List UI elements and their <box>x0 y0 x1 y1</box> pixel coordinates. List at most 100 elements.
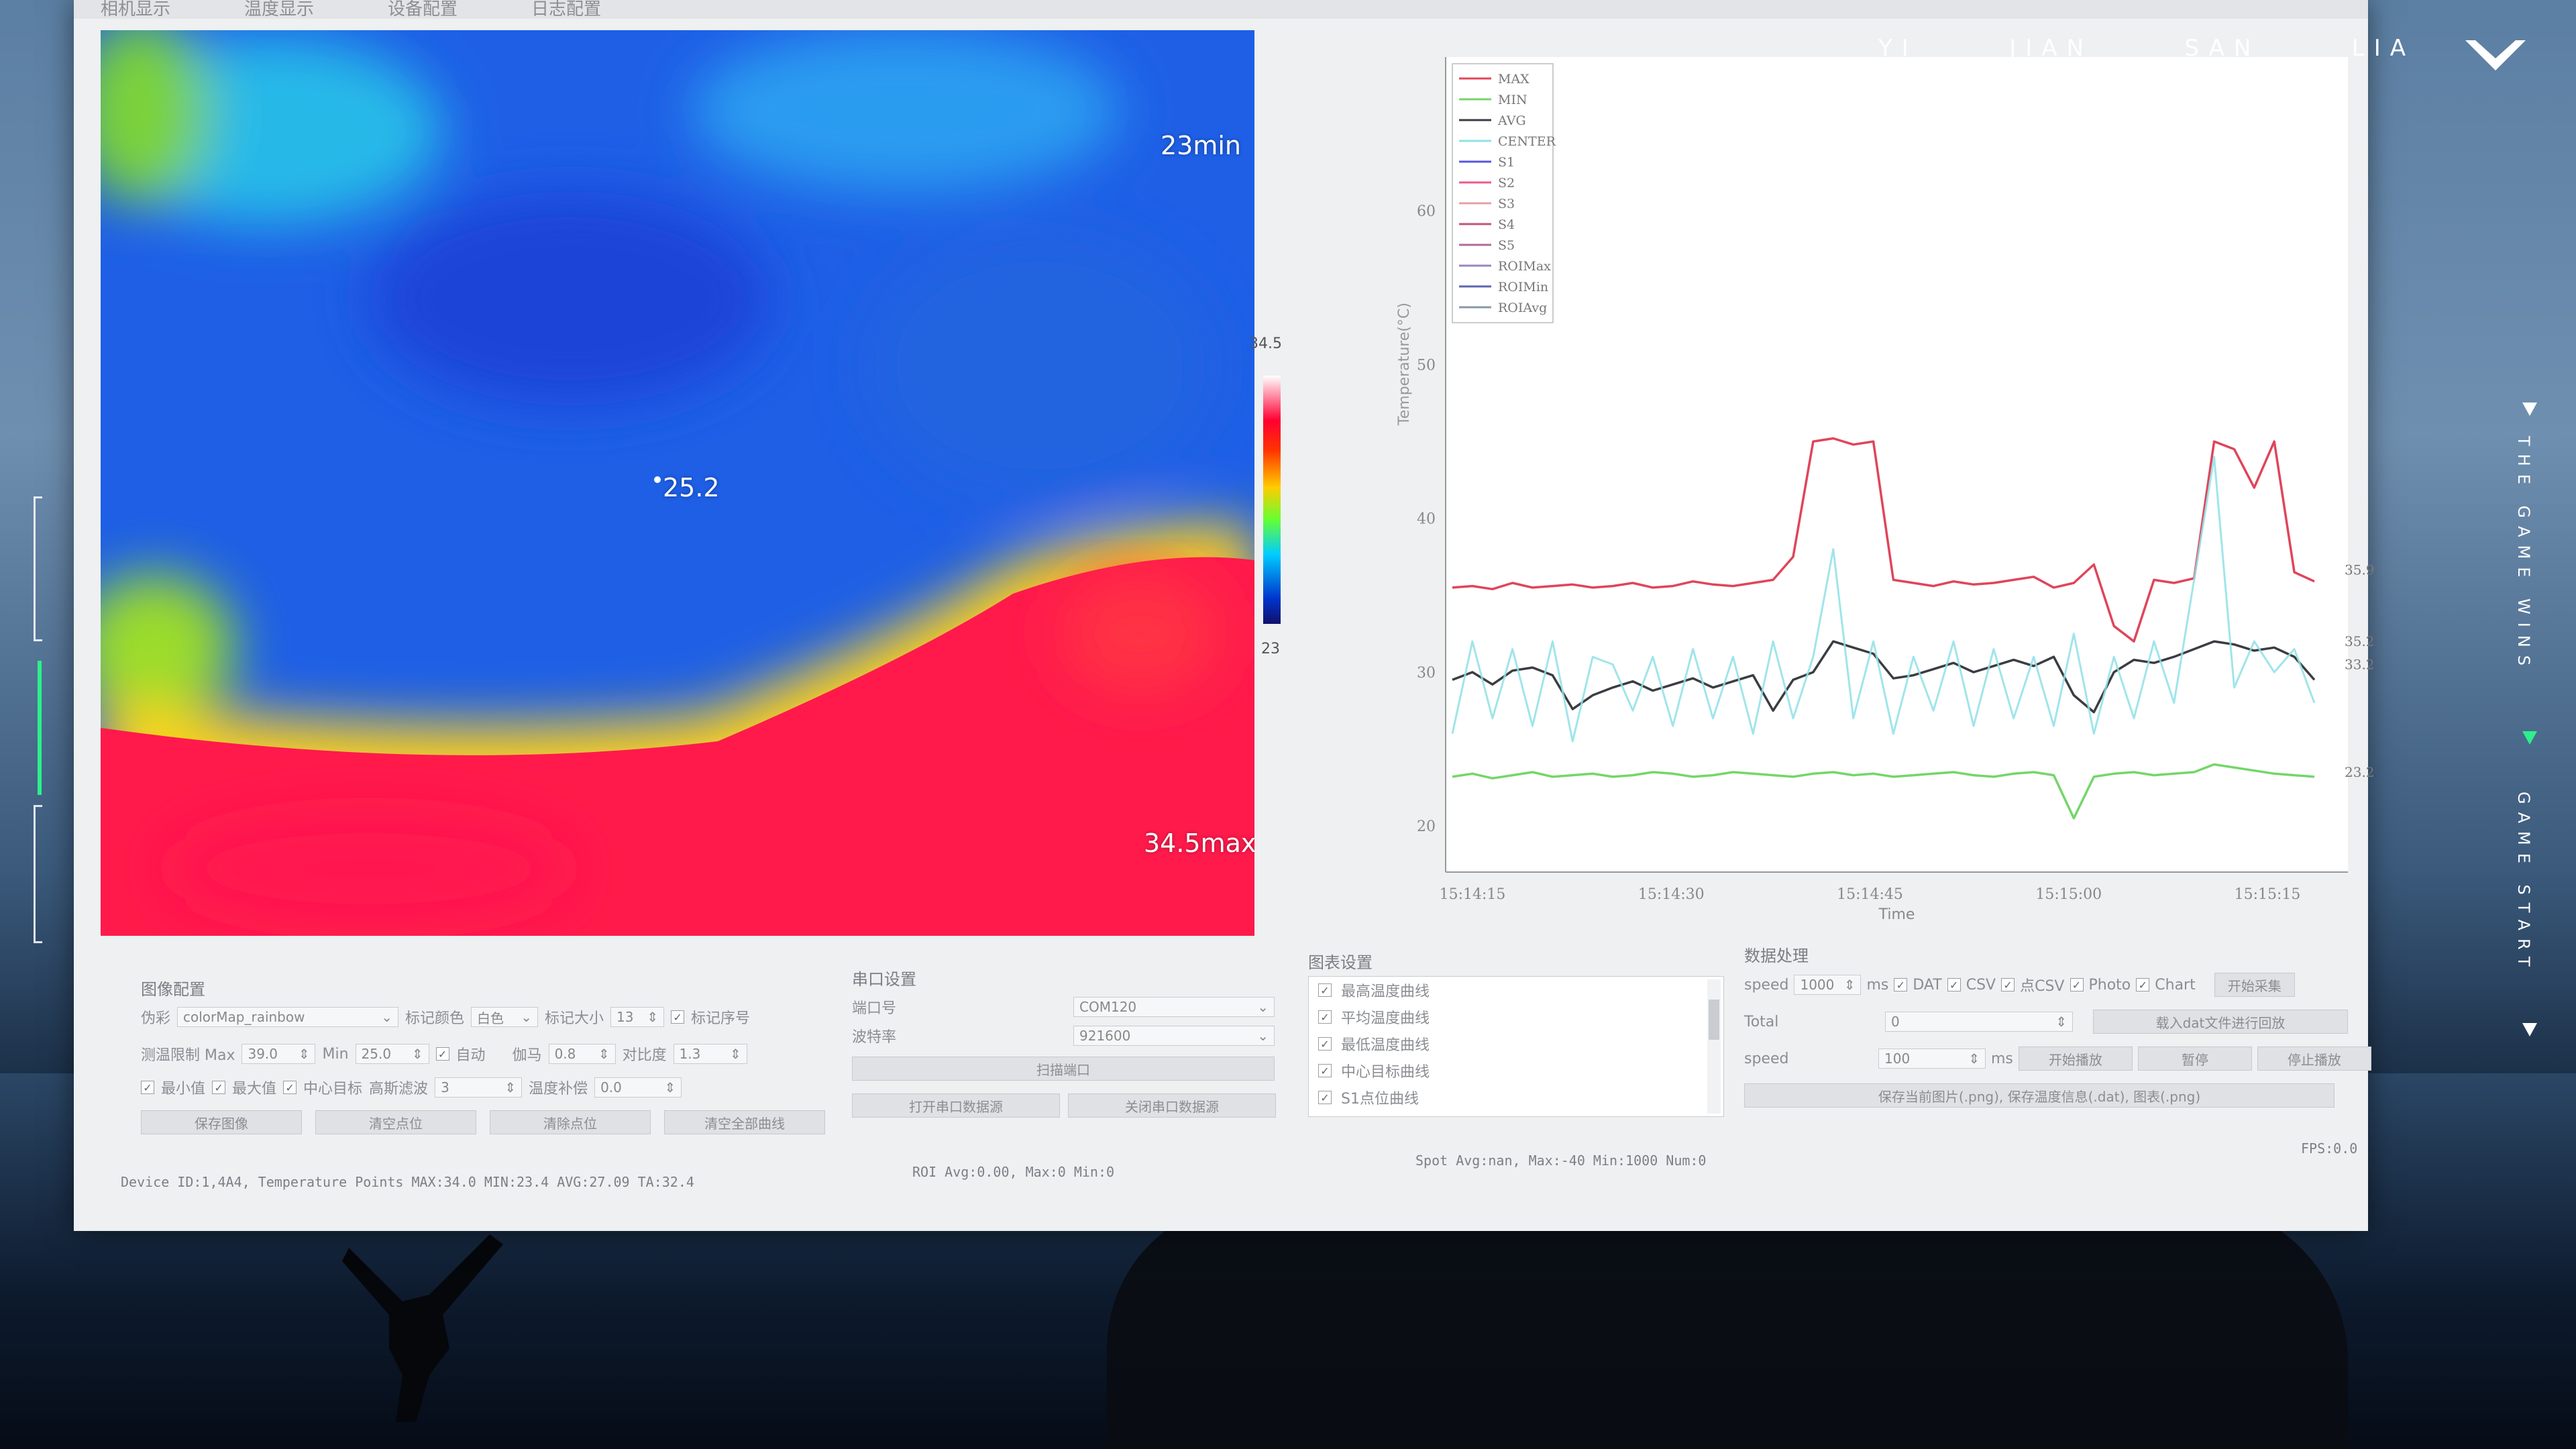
photo-label: Photo <box>2088 976 2131 994</box>
point-csv-checkbox[interactable]: ✓ <box>2001 978 2015 991</box>
curve-label: 中心目标曲线 <box>1341 1064 1430 1081</box>
filter-value: 3 <box>441 1079 449 1095</box>
dat-checkbox[interactable]: ✓ <box>1894 978 1908 991</box>
mark-size-spinner[interactable]: 13 ⇕ <box>610 1007 665 1027</box>
legend-label: AVG <box>1497 113 1526 128</box>
palette-select[interactable]: colorMap_rainbow ⌄ <box>177 1007 399 1027</box>
x-tick-label: 15:15:15 <box>2235 886 2301 903</box>
background-rock <box>1107 1201 2348 1449</box>
app-window: 相机显示 温度显示 设备配置 日志配置 23min 25.2 34.5max 3… <box>74 0 2375 1231</box>
auto-checkbox[interactable]: ✓ <box>435 1047 449 1061</box>
curve-checkbox[interactable]: ✓ <box>1318 1064 1332 1077</box>
pause-button[interactable]: 暂停 <box>2137 1046 2252 1071</box>
list-item[interactable]: ✓ 中心目标曲线 <box>1309 1057 1723 1084</box>
list-item[interactable]: ✓ 最高温度曲线 <box>1309 977 1723 1004</box>
clear-all-curves-button[interactable]: 清空全部曲线 <box>664 1110 825 1134</box>
playback-speed-value: 100 <box>1884 1051 1911 1067</box>
curve-checkbox[interactable]: ✓ <box>1318 983 1332 997</box>
curve-label: 平均温度曲线 <box>1341 1010 1430 1027</box>
show-max-label: 最大值 <box>232 1081 277 1097</box>
show-max-checkbox[interactable]: ✓ <box>212 1081 226 1094</box>
clear-region-button[interactable]: 清除点位 <box>490 1110 651 1134</box>
speed-input[interactable]: 1000 ⇕ <box>1794 975 1862 995</box>
show-min-checkbox[interactable]: ✓ <box>141 1081 154 1094</box>
contrast-input[interactable]: 1.3 ⇕ <box>673 1044 747 1064</box>
curve-list[interactable]: ✓ 最高温度曲线 ✓ 平均温度曲线 ✓ 最低温度曲线 ✓ 中心目标曲线 ✓ S1点位曲线 <box>1308 976 1724 1117</box>
overlay-bracket <box>34 496 42 641</box>
palette-value: colorMap_rainbow <box>183 1009 305 1025</box>
export-button[interactable]: 保存当前图片(.png), 保存温度信息(.dat), 图表(.png) <box>1744 1083 2334 1108</box>
list-item[interactable]: ✓ 最低温度曲线 <box>1309 1030 1723 1057</box>
list-item[interactable]: ✓ S1点位曲线 <box>1309 1084 1723 1111</box>
legend-label: ROIMin <box>1498 280 1548 294</box>
port-label: 端口号 <box>852 1000 897 1017</box>
gamma-input[interactable]: 0.8 ⇕ <box>548 1044 616 1064</box>
scan-port-button[interactable]: 扫描端口 <box>852 1057 1275 1081</box>
baud-select[interactable]: 921600 ⌄ <box>1073 1026 1275 1046</box>
chevron-down-icon: ⌄ <box>381 1009 393 1025</box>
menu-temp[interactable]: 温度显示 <box>244 0 314 19</box>
show-center-label: 中心目标 <box>303 1081 363 1097</box>
mark-color-select[interactable]: 白色 ⌄ <box>471 1007 539 1027</box>
open-serial-button[interactable]: 打开串口数据源 <box>852 1093 1060 1118</box>
stop-button[interactable]: 停止播放 <box>2257 1046 2371 1071</box>
mark-index-label: 标记序号 <box>691 1010 751 1027</box>
colorbar-max: 34.5 <box>1249 335 1282 352</box>
spinner-icon: ⇕ <box>1968 1051 1980 1067</box>
x-tick-label: 15:15:00 <box>2035 886 2102 903</box>
menu-log[interactable]: 日志配置 <box>531 0 601 19</box>
triangle-icon <box>2522 402 2537 416</box>
show-center-checkbox[interactable]: ✓ <box>283 1081 297 1094</box>
filter-input[interactable]: 3 ⇕ <box>435 1077 523 1097</box>
display-panel-title: 图像配置 <box>141 980 205 999</box>
range-min-input[interactable]: 25.0 ⇕ <box>355 1044 429 1064</box>
overlay-progress-indicator <box>38 661 42 795</box>
overlay-vertical-text: GAME START <box>2514 792 2533 975</box>
chart-settings-title: 图表设置 <box>1308 953 1373 972</box>
port-select[interactable]: COM120 ⌄ <box>1073 997 1275 1017</box>
save-image-button[interactable]: 保存图像 <box>141 1110 302 1134</box>
curve-checkbox[interactable]: ✓ <box>1318 1091 1332 1104</box>
scrollbar-thumb[interactable] <box>1709 1000 1719 1040</box>
y-tick-label: 60 <box>1417 203 1436 220</box>
spot-status: Spot Avg:nan, Max:-40 Min:1000 Num:0 <box>1415 1152 1707 1169</box>
colorbar <box>1263 376 1281 624</box>
y-tick-label: 30 <box>1417 665 1436 682</box>
curve-checkbox[interactable]: ✓ <box>1318 1010 1332 1024</box>
play-button[interactable]: 开始播放 <box>2018 1046 2133 1071</box>
range-max-input[interactable]: 39.0 ⇕ <box>241 1044 316 1064</box>
legend-label: S4 <box>1498 217 1515 232</box>
mark-index-checkbox[interactable]: ✓ <box>671 1010 685 1024</box>
menu-device[interactable]: 设备配置 <box>388 0 458 19</box>
x-axis-label: Time <box>1878 906 1915 922</box>
spinner-icon: ⇕ <box>664 1079 676 1095</box>
chart-checkbox[interactable]: ✓ <box>2136 978 2150 991</box>
legend-label: ROIMax <box>1498 259 1551 274</box>
close-serial-button[interactable]: 关闭串口数据源 <box>1068 1093 1276 1118</box>
csv-label: CSV <box>1966 976 1996 994</box>
legend-label: S3 <box>1498 197 1515 211</box>
list-scrollbar[interactable] <box>1707 979 1721 1114</box>
overlay-bracket <box>34 805 42 943</box>
speed-unit: ms <box>1866 976 1889 994</box>
thermal-image[interactable]: 23min 25.2 34.5max <box>101 30 1254 936</box>
curve-checkbox[interactable]: ✓ <box>1318 1037 1332 1051</box>
legend-label: CENTER <box>1498 134 1556 149</box>
auto-label: 自动 <box>455 1047 486 1064</box>
menu-camera[interactable]: 相机显示 <box>101 0 170 19</box>
start-capture-button[interactable]: 开始采集 <box>2214 973 2295 997</box>
temp-comp-input[interactable]: 0.0 ⇕ <box>594 1077 682 1097</box>
overlay-word: YI <box>1878 35 1918 62</box>
chevron-down-icon: ⌄ <box>521 1009 533 1025</box>
mark-color-label: 标记颜色 <box>405 1010 465 1027</box>
photo-checkbox[interactable]: ✓ <box>2070 978 2084 991</box>
legend-label: MAX <box>1498 72 1529 87</box>
total-input[interactable]: 0 ⇕ <box>1885 1012 2073 1032</box>
legend-label: MIN <box>1498 93 1527 107</box>
list-item[interactable]: ✓ 平均温度曲线 <box>1309 1004 1723 1030</box>
curve-label: 最高温度曲线 <box>1341 983 1430 1000</box>
clear-points-button[interactable]: 清空点位 <box>315 1110 476 1134</box>
playback-speed-input[interactable]: 100 ⇕ <box>1878 1049 1986 1069</box>
load-dat-button[interactable]: 载入dat文件进行回放 <box>2093 1010 2348 1034</box>
csv-checkbox[interactable]: ✓ <box>1947 978 1961 991</box>
